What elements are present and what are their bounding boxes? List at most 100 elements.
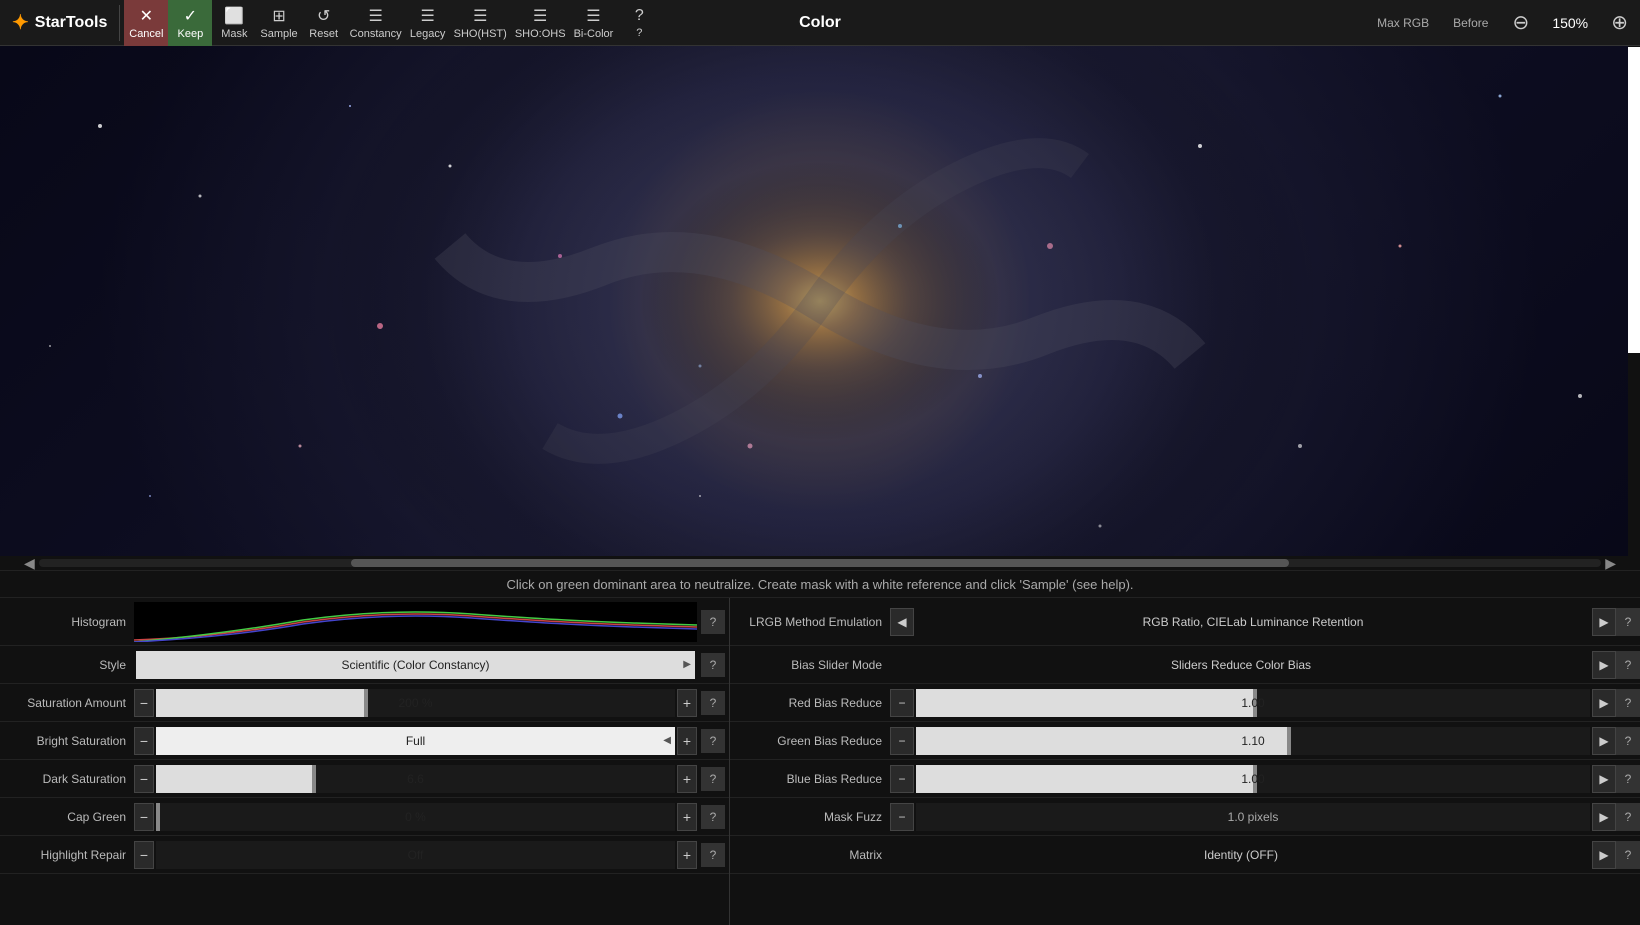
histogram-label: Histogram: [4, 615, 134, 629]
before-label[interactable]: Before: [1445, 12, 1496, 34]
zoom-in-button[interactable]: ⊕: [1603, 6, 1636, 39]
dark-saturation-slider[interactable]: 6.6: [156, 765, 675, 793]
info-message: Click on green dominant area to neutrali…: [506, 577, 1133, 592]
dark-saturation-minus[interactable]: −: [134, 765, 154, 793]
green-bias-help[interactable]: ?: [1616, 727, 1640, 755]
blue-bias-minus[interactable]: −: [890, 765, 914, 793]
legacy-button[interactable]: ☰ Legacy: [406, 0, 450, 46]
sho-hst-button[interactable]: ☰ SHO(HST): [450, 0, 511, 46]
highlight-repair-slider[interactable]: Off: [156, 841, 675, 869]
cancel-button[interactable]: ✕ Cancel: [124, 0, 168, 46]
horizontal-scrollbar[interactable]: ◀ ▶: [0, 556, 1640, 570]
green-bias-next[interactable]: ▶: [1592, 727, 1616, 755]
saturation-amount-slider[interactable]: 200 %: [156, 689, 675, 717]
histogram-svg: [134, 602, 697, 642]
bi-color-label: Bi-Color: [574, 28, 614, 40]
cap-green-slider[interactable]: 0 %: [156, 803, 675, 831]
bright-saturation-minus[interactable]: −: [134, 727, 154, 755]
cap-green-row: Cap Green − 0 % + ?: [0, 798, 729, 836]
cap-green-plus[interactable]: +: [677, 803, 697, 831]
legacy-icon: ☰: [420, 6, 434, 26]
galaxy-image: [0, 46, 1640, 556]
blue-bias-row: Blue Bias Reduce − 1.00 ▶ ?: [730, 760, 1640, 798]
scroll-track[interactable]: [39, 559, 1601, 567]
highlight-repair-help[interactable]: ?: [701, 843, 725, 867]
lrgb-label: LRGB Method Emulation: [730, 615, 890, 629]
style-label: Style: [4, 658, 134, 672]
bright-saturation-dropdown[interactable]: Full ◀: [156, 727, 675, 755]
reset-label: Reset: [309, 28, 338, 40]
sho-ohs-button[interactable]: ☰ SHO:OHS: [511, 0, 570, 46]
lrgb-next-button[interactable]: ▶: [1592, 608, 1616, 636]
bias-slider-next[interactable]: ▶: [1592, 651, 1616, 679]
zoom-out-button[interactable]: ⊖: [1504, 6, 1537, 39]
green-bias-slider[interactable]: 1.10: [916, 727, 1590, 755]
highlight-repair-plus[interactable]: +: [677, 841, 697, 869]
max-rgb-label[interactable]: Max RGB: [1369, 12, 1437, 34]
bias-slider-help[interactable]: ?: [1616, 651, 1640, 679]
scroll-left-arrow[interactable]: ◀: [20, 555, 39, 572]
scroll-thumb[interactable]: [351, 559, 1288, 567]
style-value: Scientific (Color Constancy): [341, 658, 489, 672]
help-button[interactable]: ? ?: [617, 0, 661, 46]
red-bias-help[interactable]: ?: [1616, 689, 1640, 717]
dark-saturation-plus[interactable]: +: [677, 765, 697, 793]
cap-green-help[interactable]: ?: [701, 805, 725, 829]
lrgb-value: RGB Ratio, CIELab Luminance Retention: [914, 603, 1592, 641]
lrgb-help-button[interactable]: ?: [1616, 608, 1640, 636]
blue-bias-help[interactable]: ?: [1616, 765, 1640, 793]
bright-saturation-label: Bright Saturation: [4, 734, 134, 748]
toolbar-divider-1: [119, 5, 120, 41]
scroll-right-arrow[interactable]: ▶: [1601, 555, 1620, 572]
green-bias-minus[interactable]: −: [890, 727, 914, 755]
saturation-amount-row: Saturation Amount − 200 % + ?: [0, 684, 729, 722]
mask-button[interactable]: ⬜ Mask: [212, 0, 256, 46]
controls-panel: Histogram ? Style Scientific (Color Cons…: [0, 598, 1640, 925]
mask-fuzz-slider[interactable]: 1.0 pixels: [916, 803, 1590, 831]
sho-hst-label: SHO(HST): [454, 28, 507, 40]
saturation-amount-value: 200 %: [156, 696, 675, 710]
style-help-button[interactable]: ?: [701, 653, 725, 677]
saturation-amount-minus[interactable]: −: [134, 689, 154, 717]
vertical-scrollbar[interactable]: [1628, 46, 1640, 556]
mask-fuzz-value: 1.0 pixels: [916, 810, 1590, 824]
matrix-help[interactable]: ?: [1616, 841, 1640, 869]
red-bias-next[interactable]: ▶: [1592, 689, 1616, 717]
canvas-area[interactable]: [0, 46, 1640, 556]
red-bias-minus[interactable]: −: [890, 689, 914, 717]
red-bias-slider[interactable]: 1.00: [916, 689, 1590, 717]
mask-fuzz-minus[interactable]: −: [890, 803, 914, 831]
mask-fuzz-next[interactable]: ▶: [1592, 803, 1616, 831]
cap-green-label: Cap Green: [4, 810, 134, 824]
reset-button[interactable]: ↺ Reset: [302, 0, 346, 46]
dark-saturation-help[interactable]: ?: [701, 767, 725, 791]
saturation-amount-plus[interactable]: +: [677, 689, 697, 717]
blue-bias-slider[interactable]: 1.00: [916, 765, 1590, 793]
matrix-next[interactable]: ▶: [1592, 841, 1616, 869]
cancel-icon: ✕: [140, 6, 153, 26]
sample-label: Sample: [260, 28, 297, 40]
highlight-repair-minus[interactable]: −: [134, 841, 154, 869]
cap-green-minus[interactable]: −: [134, 803, 154, 831]
v-scroll-thumb[interactable]: [1628, 47, 1640, 353]
blue-bias-next[interactable]: ▶: [1592, 765, 1616, 793]
mask-fuzz-help[interactable]: ?: [1616, 803, 1640, 831]
mask-label: Mask: [221, 28, 247, 40]
constancy-button[interactable]: ☰ Constancy: [346, 0, 406, 46]
lrgb-prev-button[interactable]: ◀: [890, 608, 914, 636]
bias-slider-row: Bias Slider Mode Sliders Reduce Color Bi…: [730, 646, 1640, 684]
saturation-amount-help[interactable]: ?: [701, 691, 725, 715]
reset-icon: ↺: [317, 6, 330, 26]
sample-button[interactable]: ⊞ Sample: [256, 0, 301, 46]
bright-saturation-plus[interactable]: +: [677, 727, 697, 755]
dark-saturation-value: 6.6: [156, 772, 675, 786]
keep-button[interactable]: ✓ Keep: [168, 0, 212, 46]
bright-saturation-help[interactable]: ?: [701, 729, 725, 753]
green-bias-label: Green Bias Reduce: [730, 734, 890, 748]
green-bias-row: Green Bias Reduce − 1.10 ▶ ?: [730, 722, 1640, 760]
histogram-help-button[interactable]: ?: [701, 610, 725, 634]
help-label: ?: [636, 27, 642, 39]
style-dropdown[interactable]: Scientific (Color Constancy) ▶: [136, 651, 695, 679]
histogram-row: Histogram ?: [0, 598, 729, 646]
bi-color-button[interactable]: ☰ Bi-Color: [570, 0, 618, 46]
